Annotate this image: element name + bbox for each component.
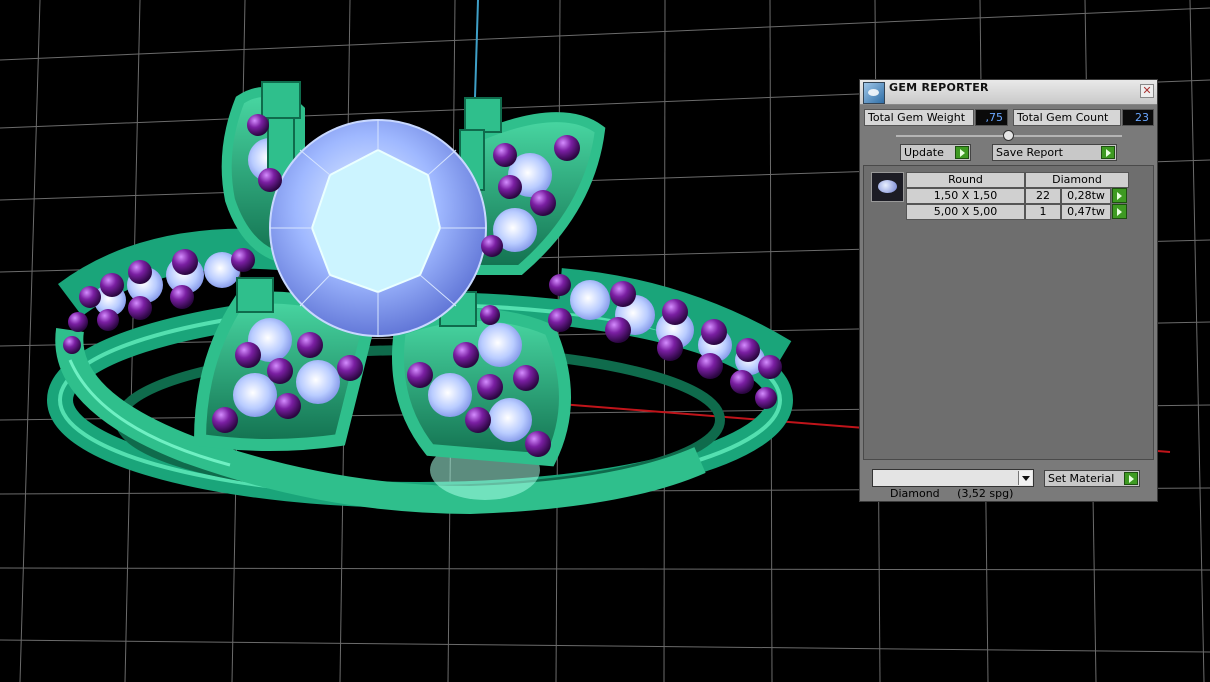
gem-reporter-panel: GEM REPORTER ✕ Total Gem Weight ,75 Tota… (859, 79, 1158, 502)
play-icon[interactable] (1112, 204, 1127, 219)
close-icon: ✕ (1142, 84, 1152, 97)
gem-list[interactable]: Round Diamond 1,50 X 1,50 22 0,28tw 5,00… (863, 165, 1154, 460)
material-select-value: Diamond (3,52 spg) (890, 487, 1014, 500)
save-report-button[interactable]: Save Report (992, 144, 1117, 161)
total-gem-weight-value: ,75 (975, 109, 1008, 126)
material-header: Diamond (1025, 172, 1129, 188)
play-icon[interactable] (1112, 188, 1127, 203)
save-report-button-label: Save Report (996, 146, 1063, 159)
panel-titlebar[interactable]: GEM REPORTER ✕ (860, 80, 1157, 105)
center-stone (269, 119, 487, 337)
gem-weight-cell: 0,47tw (1061, 204, 1111, 220)
slider-thumb[interactable] (1003, 130, 1014, 141)
total-gem-count-label: Total Gem Count (1013, 109, 1121, 126)
close-button[interactable]: ✕ (1140, 84, 1154, 98)
material-select[interactable]: Diamond (3,52 spg) (872, 469, 1034, 500)
chevron-down-icon[interactable] (1018, 471, 1032, 485)
play-icon (1101, 146, 1115, 159)
gem-size-cell: 1,50 X 1,50 (906, 188, 1025, 204)
panel-title: GEM REPORTER (889, 81, 989, 94)
gem-reporter-app-icon (863, 82, 885, 104)
update-button-label: Update (904, 146, 944, 159)
play-icon (955, 146, 969, 159)
play-icon (1124, 472, 1138, 485)
total-gem-count-value: 23 (1122, 109, 1154, 126)
shape-header: Round (906, 172, 1025, 188)
gem-count-cell: 22 (1025, 188, 1061, 204)
round-diamond-icon[interactable] (871, 172, 904, 202)
gem-count-cell: 1 (1025, 204, 1061, 220)
update-button[interactable]: Update (900, 144, 971, 161)
set-material-button-label: Set Material (1048, 472, 1115, 485)
gem-size-cell: 5,00 X 5,00 (906, 204, 1025, 220)
gem-weight-cell: 0,28tw (1061, 188, 1111, 204)
set-material-button[interactable]: Set Material (1044, 470, 1140, 487)
total-gem-weight-label: Total Gem Weight (864, 109, 974, 126)
